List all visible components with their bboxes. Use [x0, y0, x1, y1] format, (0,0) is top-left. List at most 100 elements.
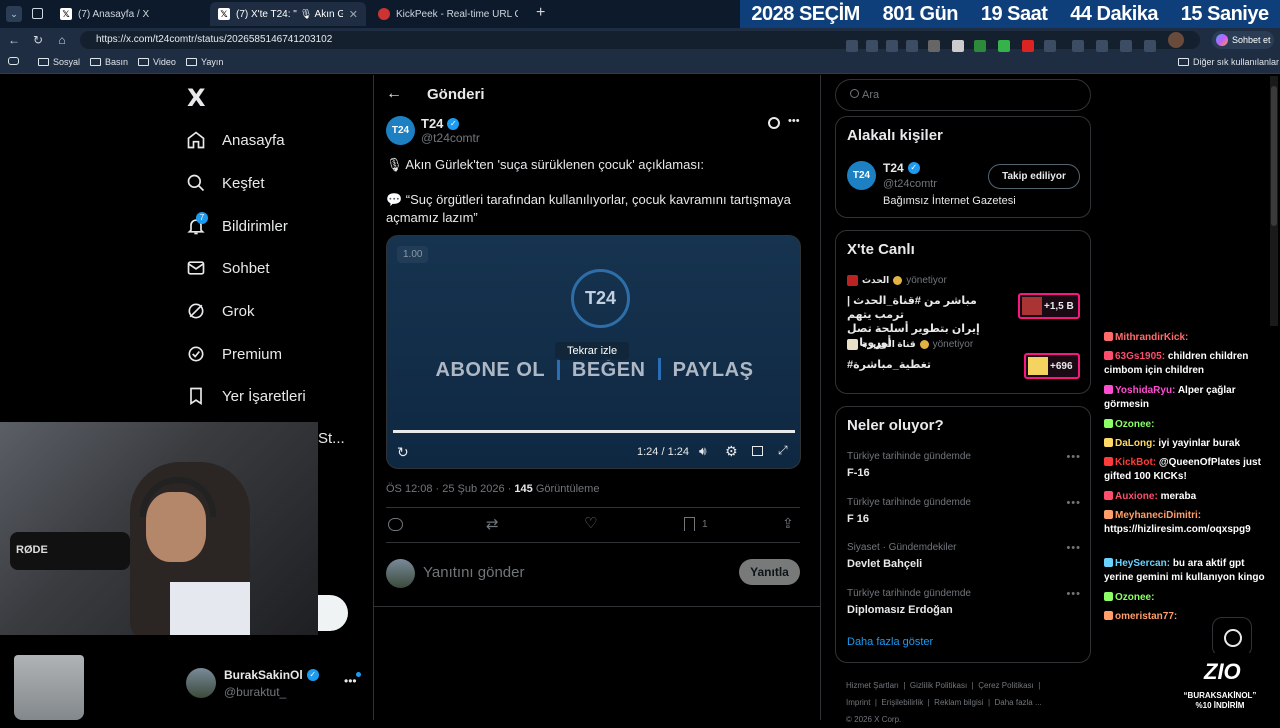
- search-box[interactable]: Ara: [835, 79, 1091, 111]
- live-item[interactable]: الحدث yönetiyor مباشر من #قناة_الحدث | ت…: [847, 275, 1081, 349]
- share-icon[interactable]: ⇪: [782, 515, 794, 532]
- extension-icon[interactable]: [952, 40, 964, 52]
- footer-link[interactable]: Erişilebilirlik: [881, 698, 923, 707]
- browser-tab-kickpeek[interactable]: KickPeek - Real-time URL Crawler: [370, 2, 526, 26]
- video-progress-track[interactable]: [393, 430, 795, 433]
- home-icon[interactable]: ⌂: [54, 32, 70, 48]
- nav-item-bookmarks[interactable]: Yer İşaretleri: [186, 386, 306, 406]
- home-icon: [187, 131, 205, 149]
- footer-link[interactable]: Reklam bilgisi: [934, 698, 983, 707]
- browser-tab-home[interactable]: 𝕏 (7) Anasayfa / X: [52, 2, 208, 26]
- author-handle[interactable]: @t24comtr: [421, 131, 480, 145]
- workspaces-icon[interactable]: [32, 8, 43, 19]
- footer-link[interactable]: Daha fazla ...: [995, 698, 1042, 707]
- bookmark-folder-sosyal[interactable]: Sosyal: [38, 57, 80, 67]
- grok-icon: [1224, 629, 1242, 647]
- more-options-icon[interactable]: •••: [788, 115, 800, 127]
- more-options-icon[interactable]: •••: [1066, 451, 1081, 463]
- tab-label: KickPeek - Real-time URL Crawler: [396, 8, 518, 20]
- nav-item-grok[interactable]: Grok: [186, 301, 255, 321]
- browser-tab-post[interactable]: 𝕏 (7) X'te T24: " 🎙 Akın Gürlek'ten ✕: [210, 2, 366, 26]
- video-player[interactable]: 1.00 T24 ABONE OL BEĞEN PAYLAŞ Tekrar iz…: [386, 235, 801, 469]
- trend-item[interactable]: Türkiye tarihinde gündemde F 16 •••: [847, 497, 1081, 537]
- refresh-icon[interactable]: ↻: [30, 32, 46, 48]
- settings-gear-icon[interactable]: ⚙: [725, 443, 738, 460]
- follow-button[interactable]: Takip ediliyor: [988, 164, 1080, 189]
- more-options-icon[interactable]: •••: [344, 674, 357, 688]
- back-arrow-icon[interactable]: ←: [386, 85, 402, 103]
- retweet-icon[interactable]: ⇄: [486, 515, 499, 533]
- favorite-star-icon[interactable]: [906, 40, 918, 52]
- nav-item-home[interactable]: Anasayfa: [186, 130, 285, 150]
- grok-floating-button[interactable]: [1212, 617, 1252, 657]
- extension-icon[interactable]: [1144, 40, 1156, 52]
- close-tab-icon[interactable]: ✕: [349, 8, 358, 21]
- footer-link[interactable]: Gizlilik Politikası: [910, 681, 967, 690]
- extension-icon[interactable]: [1044, 40, 1056, 52]
- post-timestamp[interactable]: ÖS 12:08 · 25 Şub 2026 ·: [386, 483, 514, 495]
- bookmark-icon[interactable]: [684, 517, 695, 531]
- nav-item-explore[interactable]: Keşfet: [186, 173, 265, 193]
- related-handle[interactable]: @t24comtr: [883, 178, 937, 190]
- video-logo: T24: [571, 269, 630, 328]
- chat-badge-icon: [1104, 491, 1113, 500]
- other-bookmarks[interactable]: Diğer sık kullanılanlar: [1178, 57, 1279, 67]
- bookmark-folder-basin[interactable]: Basın: [90, 57, 128, 67]
- related-bio: Bağımsız İnternet Gazetesi: [883, 195, 1016, 207]
- new-tab-button[interactable]: +: [536, 4, 545, 22]
- like-heart-icon[interactable]: ♡: [584, 514, 597, 532]
- volume-icon[interactable]: 🔊︎: [699, 444, 707, 459]
- favorites-icon[interactable]: [1096, 40, 1108, 52]
- profile-avatar[interactable]: [1168, 32, 1184, 48]
- search-input[interactable]: Ara: [862, 89, 879, 101]
- footer-link[interactable]: Çerez Politikası: [978, 681, 1034, 690]
- tab-actions-icon[interactable]: ⌄: [6, 6, 22, 22]
- reply-button[interactable]: Yanıtla: [739, 559, 800, 585]
- bookmarks-menu-icon[interactable]: [8, 57, 19, 65]
- reply-input[interactable]: Yanıtını gönder: [423, 564, 524, 581]
- extension-icon[interactable]: [1120, 40, 1132, 52]
- x-logo[interactable]: X: [187, 84, 206, 112]
- split-screen-icon[interactable]: [1072, 40, 1084, 52]
- trend-item[interactable]: Türkiye tarihinde gündemde F-16 •••: [847, 451, 1081, 491]
- bookmark-folder-video[interactable]: Video: [138, 57, 176, 67]
- copilot-button[interactable]: Sohbet et: [1212, 31, 1274, 49]
- footer-link[interactable]: Imprint: [846, 698, 870, 707]
- chat-badge-icon: [1104, 419, 1113, 428]
- nav-item-premium[interactable]: Premium: [186, 344, 282, 364]
- trend-item[interactable]: Siyaset · Gündemdekiler Devlet Bahçeli •…: [847, 542, 1081, 582]
- trend-item[interactable]: Türkiye tarihinde gündemde Diplomasız Er…: [847, 588, 1081, 628]
- related-avatar[interactable]: T24: [847, 161, 876, 190]
- page-scrollbar[interactable]: [1270, 76, 1278, 326]
- extension-icon[interactable]: [1022, 40, 1034, 52]
- extension-icon[interactable]: [974, 40, 986, 52]
- extension-icon[interactable]: [928, 40, 940, 52]
- bookmark-folder-yayin[interactable]: Yayın: [186, 57, 223, 67]
- more-options-icon[interactable]: •••: [1066, 542, 1081, 554]
- scrollbar-thumb[interactable]: [1271, 86, 1277, 226]
- author-name[interactable]: T24: [421, 116, 443, 131]
- playback-speed[interactable]: 1.00: [397, 246, 429, 263]
- replay-icon[interactable]: ↻: [397, 444, 409, 461]
- nav-item-messages[interactable]: Sohbet: [186, 258, 270, 278]
- extension-icon[interactable]: [998, 40, 1010, 52]
- more-options-icon[interactable]: •••: [1066, 588, 1081, 600]
- live-item[interactable]: قناة الجزيرة yönetiyor #تغطية_مباشرة +69…: [847, 339, 1081, 385]
- reply-icon[interactable]: [388, 518, 403, 531]
- show-more-link[interactable]: Daha fazla göster: [847, 636, 933, 648]
- more-options-icon[interactable]: •••: [1066, 497, 1081, 509]
- nav-item-partial[interactable]: St...: [318, 430, 345, 447]
- extension-icon[interactable]: [846, 40, 858, 52]
- author-avatar[interactable]: T24: [386, 116, 415, 145]
- reader-icon[interactable]: [886, 40, 898, 52]
- zoom-icon[interactable]: [866, 40, 878, 52]
- pip-icon[interactable]: [752, 446, 763, 456]
- footer-link[interactable]: Hizmet Şartları: [846, 681, 899, 690]
- related-name[interactable]: T24: [883, 161, 904, 175]
- account-switcher[interactable]: BurakSakinOl ✓ @buraktut_ •••: [186, 668, 362, 702]
- grok-icon[interactable]: [768, 117, 780, 129]
- fullscreen-icon[interactable]: ⤢: [778, 443, 788, 458]
- nav-label: Yer İşaretleri: [222, 387, 306, 405]
- slogan-share: PAYLAŞ: [672, 359, 754, 381]
- back-icon[interactable]: ←: [6, 32, 22, 48]
